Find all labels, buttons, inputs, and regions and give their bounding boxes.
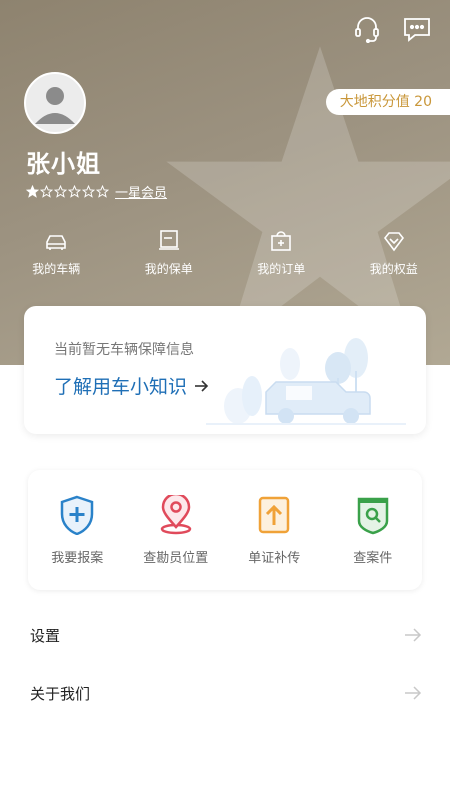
no-coverage-text: 当前暂无车辆保障信息 — [54, 342, 194, 358]
order-icon — [271, 231, 292, 251]
menu-label: 关于我们 — [30, 684, 91, 703]
member-row: 一星会员 — [26, 182, 167, 201]
nav-my-vehicles[interactable]: 我的车辆 — [0, 228, 113, 277]
policy-icon — [158, 230, 179, 250]
search-case-icon — [357, 497, 388, 534]
service-surveyor-location[interactable]: 查勘员位置 — [127, 494, 226, 566]
headset-icon[interactable] — [352, 14, 382, 44]
star-rating — [26, 185, 109, 198]
service-check-case[interactable]: 查案件 — [324, 495, 423, 566]
star-empty-icon — [40, 185, 53, 198]
star-empty-icon — [68, 185, 81, 198]
nav-my-policies[interactable]: 我的保单 — [113, 228, 226, 277]
menu-label: 设置 — [30, 626, 61, 645]
nav-label: 我的订单 — [257, 262, 306, 276]
nav-label: 我的车辆 — [32, 262, 81, 276]
star-empty-icon — [82, 185, 95, 198]
member-level-link[interactable]: 一星会员 — [115, 182, 167, 201]
location-pin-icon — [160, 494, 191, 534]
star-empty-icon — [54, 185, 67, 198]
car-icon — [46, 235, 67, 250]
menu-item-settings[interactable]: 设置 — [30, 615, 422, 655]
service-label: 查案件 — [353, 550, 393, 566]
car-illustration — [206, 338, 406, 425]
arrow-right-icon — [195, 379, 209, 392]
service-label: 单证补传 — [248, 550, 301, 566]
nav-label: 我的保单 — [144, 262, 193, 276]
service-report-claim[interactable]: 我要报案 — [28, 495, 127, 566]
points-badge[interactable]: 大地积分值 20 — [325, 89, 450, 115]
user-name: 张小姐 — [26, 150, 101, 178]
vehicle-info-card: 当前暂无车辆保障信息 了解用车小知识 — [24, 306, 426, 434]
upload-doc-icon — [259, 496, 290, 533]
star-filled-icon — [26, 185, 39, 198]
message-icon[interactable] — [402, 14, 432, 44]
rights-icon — [383, 232, 404, 252]
service-label: 查勘员位置 — [143, 550, 209, 566]
avatar[interactable] — [24, 72, 86, 134]
nav-label: 我的权益 — [369, 262, 418, 276]
service-label: 我要报案 — [51, 550, 104, 566]
learn-car-tips-link[interactable]: 了解用车小知识 — [54, 372, 209, 399]
nav-my-rights[interactable]: 我的权益 — [338, 228, 450, 277]
menu-item-about-us[interactable]: 关于我们 — [30, 673, 422, 713]
quick-nav: 我的车辆 我的保单 我的订单 我的权益 — [0, 228, 450, 277]
service-upload-documents[interactable]: 单证补传 — [225, 495, 324, 566]
report-shield-icon — [61, 495, 94, 535]
service-card: 我要报案 查勘员位置 单证补传 查案件 — [28, 470, 422, 590]
nav-my-orders[interactable]: 我的订单 — [225, 228, 338, 277]
arrow-right-icon — [405, 686, 422, 700]
info-link-label: 了解用车小知识 — [54, 376, 188, 398]
top-icons — [352, 14, 432, 44]
arrow-right-icon — [405, 628, 422, 642]
star-empty-icon — [96, 185, 109, 198]
